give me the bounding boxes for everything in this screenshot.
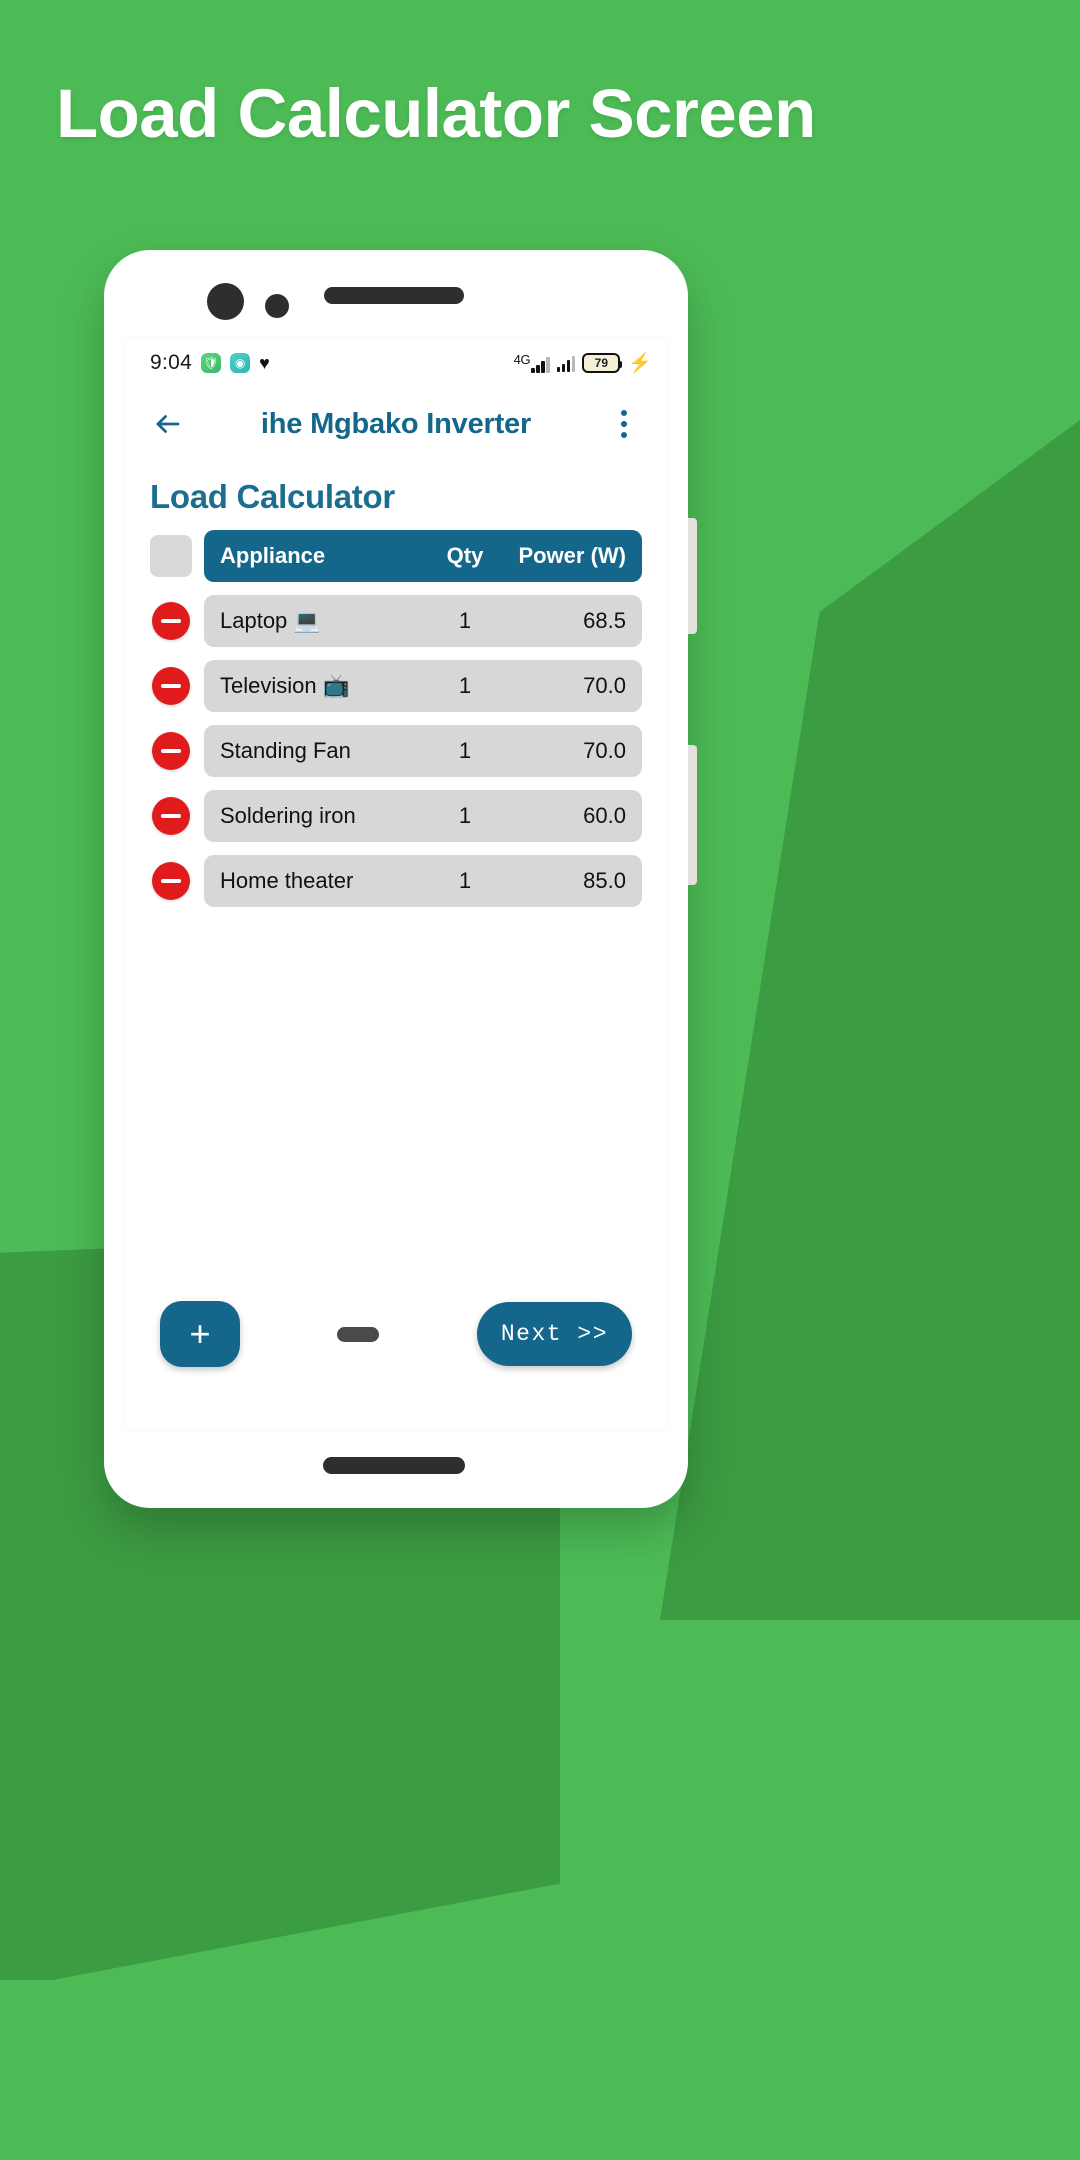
home-indicator — [323, 1457, 465, 1474]
app-bar: ihe Mgbako Inverter — [124, 388, 668, 460]
table-header-bar: Appliance Qty Power (W) — [204, 530, 642, 582]
column-header-qty: Qty — [446, 543, 484, 568]
remove-appliance-button[interactable] — [152, 732, 190, 770]
table-row-lead-slot — [150, 795, 192, 837]
table-row-bar[interactable]: Standing Fan 1 70.0 — [204, 725, 642, 777]
column-header-appliance: Appliance — [220, 543, 326, 568]
page-headline: Load Calculator Screen — [56, 75, 816, 152]
overflow-menu-icon[interactable] — [602, 402, 646, 446]
android-nav-handle[interactable] — [337, 1326, 380, 1342]
phone-mockup: 9:04 🛡 ◉ ♥ 4G 79 ⚡ ihe Mgbako Inverter L… — [104, 250, 697, 1508]
next-button[interactable]: Next >> — [476, 1302, 632, 1366]
table-row-lead-slot — [150, 860, 192, 902]
cell-power: 70.0 — [583, 738, 626, 763]
charging-bolt-icon: ⚡ — [628, 352, 652, 374]
status-bar-left: 9:04 🛡 ◉ ♥ — [150, 351, 514, 375]
cell-power: 70.0 — [583, 673, 626, 698]
bottom-action-bar: + Next >> — [124, 1294, 668, 1374]
table-row: Home theater 1 85.0 — [150, 855, 642, 907]
cell-qty: 1 — [458, 738, 472, 763]
table-row-bar[interactable]: Laptop 💻 1 68.5 — [204, 595, 642, 647]
background-shape-bottom — [0, 1980, 1080, 2160]
cell-qty: 1 — [458, 608, 472, 633]
cell-qty: 1 — [458, 803, 472, 828]
column-header-power: Power (W) — [518, 543, 626, 568]
network-indicator-primary: 4G — [514, 353, 550, 373]
remove-appliance-button[interactable] — [152, 602, 190, 640]
table-row-bar[interactable]: Soldering iron 1 60.0 — [204, 790, 642, 842]
table-row: Standing Fan 1 70.0 — [150, 725, 642, 777]
signal-bars-secondary-icon — [556, 355, 576, 372]
back-arrow-icon[interactable] — [146, 402, 190, 446]
table-row: Laptop 💻 1 68.5 — [150, 595, 642, 647]
earpiece-speaker — [324, 287, 464, 304]
cell-power: 60.0 — [583, 803, 626, 828]
remove-appliance-button[interactable] — [152, 862, 190, 900]
phone-screen: 9:04 🛡 ◉ ♥ 4G 79 ⚡ ihe Mgbako Inverter L… — [124, 338, 668, 1430]
table-row: Soldering iron 1 60.0 — [150, 790, 642, 842]
status-time: 9:04 — [150, 351, 193, 374]
front-camera-icon — [207, 283, 244, 320]
battery-percent-label: 79 — [594, 356, 608, 370]
table-row-bar[interactable]: Home theater 1 85.0 — [204, 855, 642, 907]
cell-power: 85.0 — [583, 868, 626, 893]
cell-appliance-name: Television 📺 — [220, 673, 351, 698]
battery-icon: 79 — [582, 353, 623, 373]
bottom-bar-spacer — [240, 1326, 477, 1342]
cell-power: 68.5 — [583, 608, 626, 633]
remove-appliance-button[interactable] — [152, 797, 190, 835]
volume-button[interactable] — [688, 518, 697, 634]
load-table: Appliance Qty Power (W) Laptop 💻 1 68.5 — [124, 522, 668, 907]
heart-icon: ♥ — [259, 353, 270, 373]
page-title: Load Calculator — [150, 478, 395, 515]
signal-bars-icon — [531, 356, 550, 373]
app-bar-title: ihe Mgbako Inverter — [260, 407, 532, 440]
table-row-lead-slot — [150, 665, 192, 707]
remove-appliance-button[interactable] — [152, 667, 190, 705]
table-header-row: Appliance Qty Power (W) — [150, 530, 642, 582]
cell-appliance-name: Laptop 💻 — [220, 608, 321, 633]
table-row-lead-slot — [150, 600, 192, 642]
cell-appliance-name: Soldering iron — [220, 803, 356, 828]
cell-qty: 1 — [458, 673, 472, 698]
table-row-lead-slot — [150, 730, 192, 772]
status-bar: 9:04 🛡 ◉ ♥ 4G 79 ⚡ — [124, 338, 668, 388]
cell-qty: 1 — [458, 868, 472, 893]
cell-appliance-name: Standing Fan — [220, 738, 351, 763]
power-button[interactable] — [688, 745, 697, 885]
table-row-bar[interactable]: Television 📺 1 70.0 — [204, 660, 642, 712]
header-placeholder-box — [150, 535, 192, 577]
camera-app-icon: ◉ — [230, 353, 251, 373]
table-header-lead-slot — [150, 535, 192, 577]
shield-app-icon: 🛡 — [201, 353, 222, 373]
table-row: Television 📺 1 70.0 — [150, 660, 642, 712]
cell-appliance-name: Home theater — [220, 868, 354, 893]
add-appliance-button[interactable]: + — [160, 1301, 240, 1367]
status-bar-right: 4G 79 ⚡ — [514, 353, 652, 373]
sensor-dot-icon — [265, 294, 289, 318]
network-type-label: 4G — [513, 352, 531, 367]
